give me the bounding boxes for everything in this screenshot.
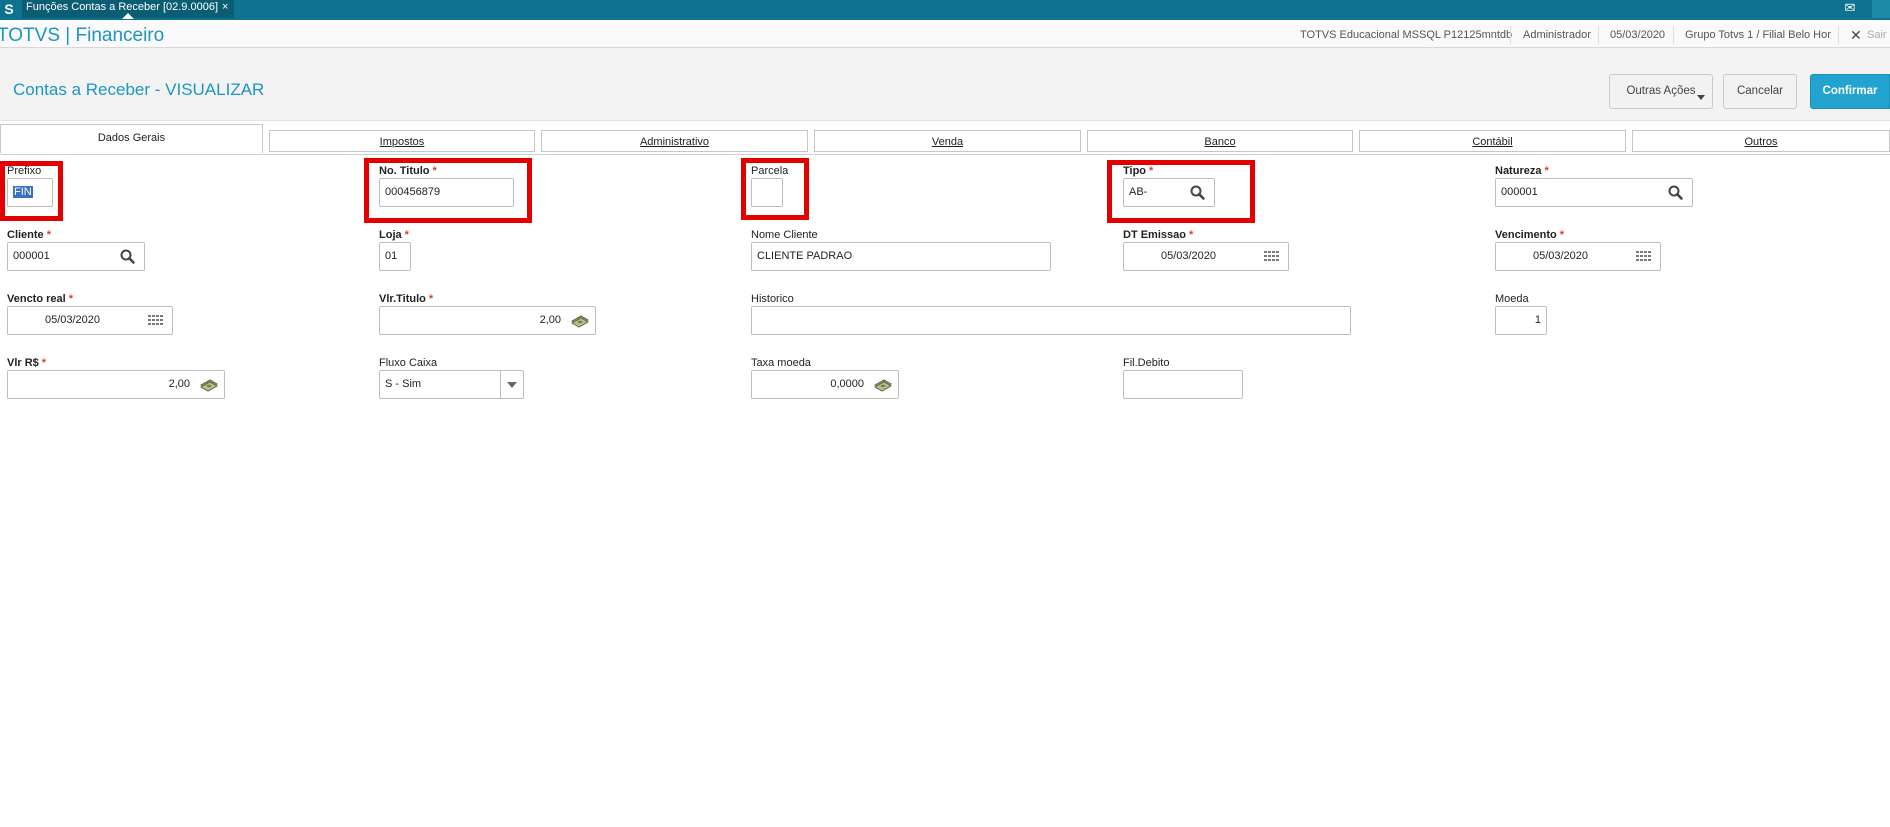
vencto-real-label: Vencto real *: [7, 293, 73, 305]
loja-label: Loja *: [379, 229, 409, 241]
more-actions-button[interactable]: Outras Ações: [1609, 74, 1713, 109]
tab-contabil[interactable]: Contábil: [1359, 130, 1626, 152]
vlr-titulo-label: Vlr.Titulo *: [379, 293, 434, 305]
search-icon[interactable]: [1666, 183, 1686, 203]
divider: [1598, 26, 1599, 44]
vlr-rs-value: 2,00: [168, 378, 190, 390]
natureza-input[interactable]: 000001: [1495, 178, 1693, 207]
tab-outros[interactable]: Outros: [1632, 130, 1890, 152]
cliente-input[interactable]: 000001: [7, 242, 145, 271]
parcela-input[interactable]: [751, 178, 783, 207]
no-titulo-label: No. Titulo *: [379, 165, 437, 177]
tipo-input[interactable]: AB-: [1123, 178, 1215, 207]
user-info[interactable]: Administrador: [1523, 29, 1591, 41]
fluxo-caixa-label: Fluxo Caixa: [379, 357, 438, 369]
vencto-real-input[interactable]: 05/03/2020: [7, 306, 173, 335]
calendar-icon[interactable]: [1634, 247, 1654, 267]
mail-icon[interactable]: ✉: [1832, 0, 1868, 18]
search-icon[interactable]: [1188, 183, 1208, 203]
vencimento-label: Vencimento *: [1495, 229, 1565, 241]
fluxo-caixa-select[interactable]: S - Sim: [379, 370, 524, 399]
tab-close-icon[interactable]: ×: [222, 1, 228, 13]
environment-info: TOTVS Educacional MSSQL P12125mntdb: [1300, 29, 1513, 41]
more-actions-label: Outras Ações: [1626, 85, 1696, 97]
prefixo-input[interactable]: FIN: [7, 178, 53, 207]
cliente-label: Cliente *: [7, 229, 51, 241]
fil-debito-label: Fil.Debito: [1123, 357, 1170, 369]
tab-administrativo[interactable]: Administrativo: [541, 130, 808, 152]
cancel-button[interactable]: Cancelar: [1723, 74, 1797, 109]
no-titulo-input[interactable]: 000456879: [379, 178, 514, 207]
nome-cliente-label: Nome Cliente: [751, 229, 818, 241]
prefixo-label: Prefixo: [7, 165, 42, 177]
dt-emissao-value: 05/03/2020: [1160, 250, 1217, 262]
dt-emissao-label: DT Emissao *: [1123, 229, 1194, 241]
parcela-label: Parcela: [751, 165, 789, 177]
nome-cliente-input[interactable]: CLIENTE PADRAO: [751, 242, 1051, 271]
fluxo-caixa-value: S - Sim: [385, 378, 422, 390]
vlr-rs-input[interactable]: 2,00: [7, 370, 225, 399]
tab-dados-gerais[interactable]: Dados Gerais: [0, 124, 263, 153]
date-info: 05/03/2020: [1610, 29, 1666, 41]
divider: [1510, 26, 1511, 44]
page-title: Contas a Receber - VISUALIZAR: [13, 80, 265, 99]
tab-banco[interactable]: Banco: [1087, 130, 1353, 152]
vlr-rs-label: Vlr R$ *: [7, 357, 47, 369]
vlr-titulo-input[interactable]: 2,00: [379, 306, 596, 335]
money-icon[interactable]: [570, 311, 590, 331]
totvs-logo-icon[interactable]: S: [0, 0, 18, 18]
divider: [1673, 26, 1674, 44]
tab-impostos[interactable]: Impostos: [269, 130, 535, 152]
prefixo-value: FIN: [13, 186, 33, 198]
app-title: TOTVS | Financeiro: [0, 25, 165, 46]
chevron-down-icon[interactable]: [500, 371, 523, 398]
page-toolbar: [0, 48, 1890, 121]
dt-emissao-input[interactable]: 05/03/2020: [1123, 242, 1289, 271]
money-icon[interactable]: [873, 375, 893, 395]
close-icon[interactable]: ✕: [1850, 27, 1862, 44]
tipo-value: AB-: [1129, 186, 1148, 198]
taxa-moeda-label: Taxa moeda: [751, 357, 811, 369]
vencto-real-value: 05/03/2020: [44, 314, 101, 326]
chevron-down-icon: [1697, 95, 1705, 100]
header-bar: [0, 21, 1890, 48]
taxa-moeda-value: 0,0000: [830, 378, 864, 390]
tab-venda[interactable]: Venda: [814, 130, 1081, 152]
window-tab-title: Funções Contas a Receber [02.9.0006]: [26, 1, 219, 13]
moeda-label: Moeda: [1495, 293, 1529, 305]
calendar-icon[interactable]: [146, 311, 166, 331]
user-menu-icon[interactable]: [1872, 0, 1890, 18]
moeda-input[interactable]: 1: [1495, 306, 1547, 335]
fil-debito-input[interactable]: [1123, 370, 1243, 399]
natureza-label: Natureza *: [1495, 165, 1549, 177]
active-tab-indicator: [122, 13, 134, 19]
loja-input[interactable]: 01: [379, 242, 411, 271]
vencimento-value: 05/03/2020: [1532, 250, 1589, 262]
search-icon[interactable]: [118, 247, 138, 267]
taxa-moeda-input[interactable]: 0,0000: [751, 370, 899, 399]
branch-info[interactable]: Grupo Totvs 1 / Filial Belo Hor: [1685, 29, 1831, 41]
top-bar: [0, 0, 1890, 20]
money-icon[interactable]: [199, 375, 219, 395]
cliente-value: 000001: [13, 250, 50, 262]
exit-link[interactable]: Sair: [1867, 29, 1887, 41]
vlr-titulo-value: 2,00: [539, 314, 561, 326]
historico-label: Historico: [751, 293, 794, 305]
divider: [1838, 26, 1839, 44]
confirm-button[interactable]: Confirmar: [1810, 74, 1890, 109]
vencimento-input[interactable]: 05/03/2020: [1495, 242, 1661, 271]
tipo-label: Tipo *: [1123, 165, 1154, 177]
tabs-divider: [0, 154, 1890, 155]
natureza-value: 000001: [1501, 186, 1538, 198]
historico-input[interactable]: [751, 306, 1351, 335]
calendar-icon[interactable]: [1262, 247, 1282, 267]
